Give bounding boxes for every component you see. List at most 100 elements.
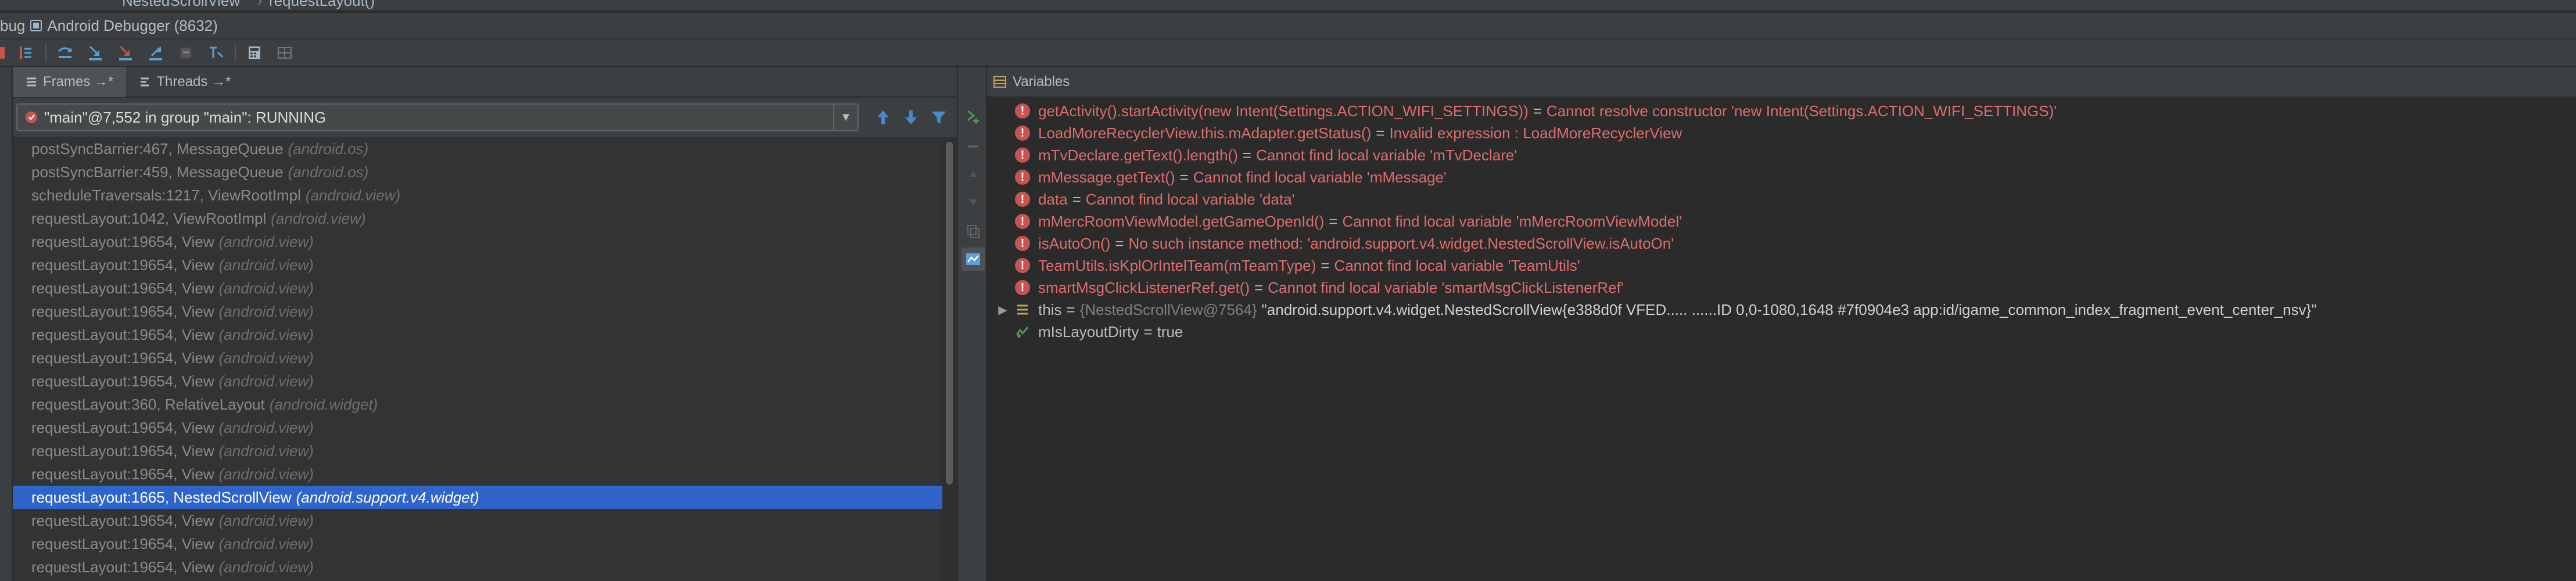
frames-scrollbar-thumb[interactable]: [946, 142, 953, 485]
frame-row[interactable]: postSyncBarrier:467, MessageQueue (androi…: [13, 137, 942, 160]
tab-threads[interactable]: Threads →*: [126, 67, 243, 97]
chevron-down-icon[interactable]: ▼: [833, 105, 858, 130]
frame-row[interactable]: requestLayout:19654, View (android.view): [13, 323, 942, 346]
frame-method: requestLayout:1042, ViewRootImpl: [31, 209, 267, 227]
error-icon: !: [1015, 192, 1030, 207]
frame-row[interactable]: requestLayout:19654, View (android.view): [13, 532, 942, 555]
tab-frames-label: Frames →*: [43, 74, 114, 89]
equals-sign: =: [1376, 124, 1385, 142]
drop-frame-icon[interactable]: [174, 41, 198, 64]
toolbar-separator: [235, 44, 236, 62]
frame-row[interactable]: requestLayout:1042, ViewRootImpl (android…: [13, 207, 942, 230]
frame-package: (android.view): [218, 558, 314, 576]
run-to-cursor-icon[interactable]: [204, 41, 228, 64]
frame-package: (android.view): [218, 232, 314, 250]
watch-error-row[interactable]: ! LoadMoreRecyclerView.this.mAdapter.getS…: [1015, 122, 1682, 144]
add-watch-icon[interactable]: [961, 105, 985, 128]
error-message: Cannot resolve constructor 'new Intent(S…: [1546, 102, 2057, 120]
frame-row[interactable]: requestLayout:19654, View (android.view): [13, 370, 942, 393]
frame-package: (android.widget): [269, 395, 378, 413]
frame-method: postSyncBarrier:467, MessageQueue: [31, 139, 284, 157]
watch-expression: mTvDeclare.getText().length(): [1038, 146, 1238, 164]
frame-row[interactable]: requestLayout:19654, View (android.view): [13, 555, 942, 579]
debug-title-bar: bug Android Debugger (8632): [0, 13, 2576, 40]
equals-sign: =: [1072, 190, 1081, 208]
next-frame-arrow-icon[interactable]: [899, 106, 923, 129]
frame-row[interactable]: requestLayout:19654, View (android.view): [13, 230, 942, 253]
frame-package: (android.view): [218, 535, 314, 553]
equals-sign: =: [1242, 146, 1252, 164]
debugger-session-title[interactable]: Android Debugger (8632): [47, 17, 217, 35]
frame-method: requestLayout:360, RelativeLayout: [31, 395, 265, 413]
watch-expression: smartMsgClickListenerRef.get(): [1038, 278, 1250, 296]
frame-row[interactable]: requestLayout:19654, View (android.view): [13, 346, 942, 370]
frame-method: requestLayout:19654, View: [31, 279, 214, 297]
frame-method: requestLayout:19654, View: [31, 349, 214, 367]
frame-package: (android.support.v4.widget): [296, 488, 479, 506]
error-icon: !: [1015, 148, 1030, 163]
error-icon: !: [1015, 236, 1030, 251]
remove-watch-icon[interactable]: [961, 135, 985, 158]
step-out-icon[interactable]: [144, 41, 167, 64]
variables-tool-strip: [957, 67, 987, 581]
variable-value: true: [1157, 322, 1183, 340]
equals-sign: =: [1533, 102, 1542, 120]
android-debugger-icon: [30, 19, 42, 32]
force-step-into-icon[interactable]: [114, 41, 137, 64]
evaluate-expression-icon[interactable]: [243, 41, 266, 64]
watch-error-row[interactable]: ! smartMsgClickListenerRef.get() = Cannot f…: [1015, 277, 1624, 299]
step-over-icon[interactable]: [53, 41, 77, 64]
variable-row-field[interactable]: mIsLayoutDirty = true: [987, 321, 1183, 343]
equals-sign: =: [1329, 212, 1338, 230]
filter-icon[interactable]: [927, 106, 950, 129]
frame-row[interactable]: requestLayout:19654, View (android.view): [13, 416, 942, 439]
frame-row[interactable]: scheduleTraversals:1217, ViewRootImpl (an…: [13, 184, 942, 207]
frame-method: requestLayout:19654, View: [31, 372, 214, 390]
frame-row-selected[interactable]: requestLayout:1665, NestedScrollView (and…: [13, 486, 942, 509]
frame-method: requestLayout:19654, View: [31, 511, 214, 529]
watch-error-row[interactable]: ! data = Cannot find local variable 'data': [1015, 188, 1295, 210]
show-execution-point-icon[interactable]: [15, 41, 38, 64]
frames-scrollbar[interactable]: [942, 137, 957, 581]
error-icon: !: [1015, 170, 1030, 185]
frames-panel-tabs: Frames →* Threads →*: [13, 67, 957, 98]
tab-frames[interactable]: Frames →*: [13, 67, 127, 97]
frame-row[interactable]: requestLayout:19654, View (android.view): [13, 277, 942, 300]
watch-expression: data: [1038, 190, 1068, 208]
frame-row[interactable]: requestLayout:19654, View (android.view): [13, 439, 942, 462]
rerun-icon[interactable]: [0, 41, 8, 64]
frame-package: (android.view): [218, 418, 314, 436]
frame-row[interactable]: requestLayout:19654, View (android.view): [13, 462, 942, 486]
watch-error-row[interactable]: ! isAutoOn() = No such instance method: 'an…: [1015, 232, 1674, 254]
move-up-icon[interactable]: [961, 163, 985, 186]
frame-row[interactable]: requestLayout:360, RelativeLayout (androi…: [13, 393, 942, 416]
step-into-icon[interactable]: [84, 41, 107, 64]
object-icon: [1015, 302, 1030, 317]
thread-selector-bar: "main"@7,552 in group "main": RUNNING ▼: [13, 98, 957, 137]
watch-error-row[interactable]: ! mTvDeclare.getText().length() = Cannot fi…: [1015, 144, 1517, 166]
frame-method: requestLayout:19654, View: [31, 418, 214, 436]
error-icon: !: [1015, 103, 1030, 119]
show-watches-icon[interactable]: [961, 248, 985, 271]
variables-tree: ! getActivity().startActivity(new Intent(…: [987, 98, 2576, 581]
watch-error-row[interactable]: ! getActivity().startActivity(new Intent(…: [1015, 100, 2057, 122]
move-down-icon[interactable]: [961, 191, 985, 214]
trace-current-stream-icon[interactable]: [273, 41, 296, 64]
watch-error-row[interactable]: ! TeamUtils.isKplOrIntelTeam(mTeamType) = C…: [1015, 254, 1580, 277]
frame-row[interactable]: requestLayout:19654, View (android.view): [13, 253, 942, 277]
variable-row-this[interactable]: ▶ this = {NestedScrollView@7564} "androi…: [987, 299, 2316, 321]
error-message: Invalid expression : LoadMoreRecyclerVie…: [1389, 124, 1682, 142]
thread-selector-dropdown[interactable]: "main"@7,552 in group "main": RUNNING ▼: [16, 103, 859, 131]
frame-row[interactable]: requestLayout:19654, View (android.view): [13, 509, 942, 532]
frame-package: (android.view): [218, 349, 314, 367]
frame-row[interactable]: requestLayout:19654, View (android.view): [13, 300, 942, 323]
previous-frame-arrow-icon[interactable]: [871, 106, 895, 129]
expand-arrow-icon[interactable]: ▶: [994, 303, 1011, 317]
debug-toolbar: [0, 40, 2576, 67]
watch-error-row[interactable]: ! mMercRoomViewModel.getGameOpenId() = Cann…: [1015, 210, 1682, 232]
frame-row[interactable]: postSyncBarrier:459, MessageQueue (androi…: [13, 160, 942, 184]
breadcrumb-item-method[interactable]: requestLayout(): [269, 0, 375, 10]
watch-error-row[interactable]: ! mMessage.getText() = Cannot find local va…: [1015, 166, 1447, 188]
breadcrumb-item-class[interactable]: NestedScrollView: [122, 0, 240, 10]
copy-icon[interactable]: [961, 220, 985, 243]
